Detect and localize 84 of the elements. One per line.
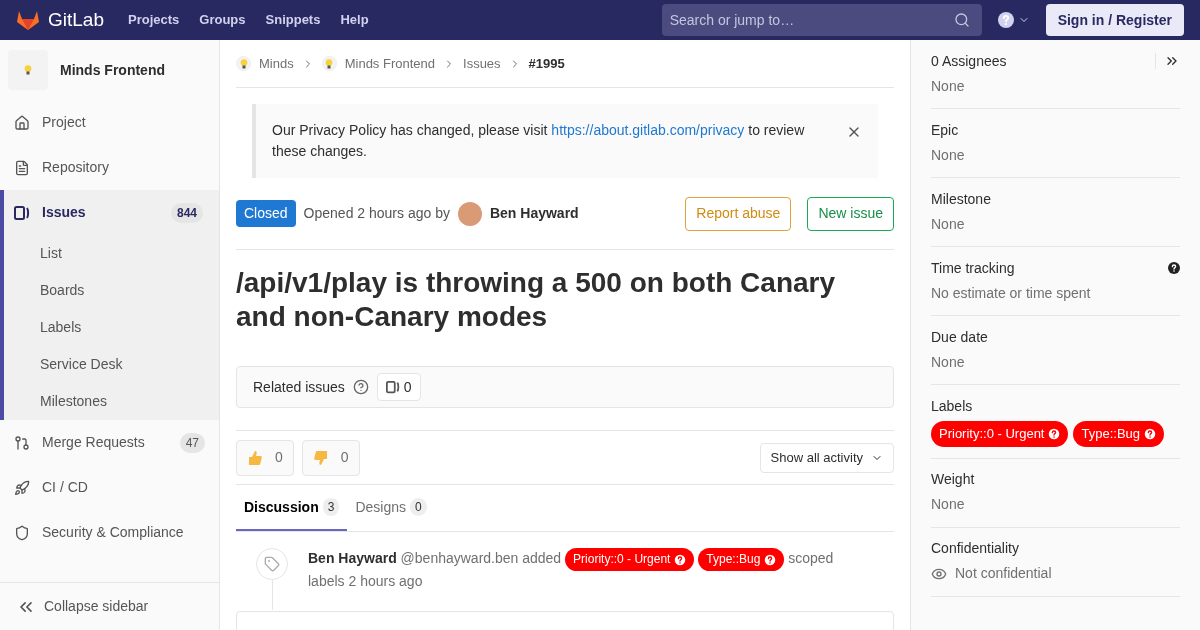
merge-request-icon bbox=[14, 434, 30, 451]
home-icon bbox=[14, 114, 30, 131]
brand-name[interactable]: GitLab bbox=[48, 5, 104, 35]
activity-filter-dropdown[interactable]: Show all activity bbox=[759, 442, 894, 473]
sidebar-section-value: No estimate or time spent bbox=[931, 283, 1091, 303]
count-badge: 3 bbox=[322, 498, 340, 516]
author-avatar bbox=[457, 201, 482, 226]
tab[interactable]: Designs 0 bbox=[347, 485, 435, 531]
sidebar-section-value: None bbox=[931, 214, 965, 234]
sidebar-item[interactable]: Project bbox=[0, 100, 219, 145]
help-icon bbox=[352, 379, 369, 395]
help-icon bbox=[764, 553, 777, 566]
sidebar-section-title: Time tracking bbox=[931, 258, 1016, 278]
count-badge: 844 bbox=[170, 202, 203, 223]
opened-text: Opened 2 hours ago by bbox=[303, 204, 450, 223]
breadcrumb-link[interactable]: #1995 bbox=[528, 53, 565, 74]
sidebar-section-value: None bbox=[931, 76, 965, 96]
activity-note: Ben Hayward @benhayward.ben added Priority::0 - Urgent Type::Bug scoped labels 2 hours ago bbox=[308, 548, 835, 591]
scoped-label[interactable]: Type::Bug bbox=[698, 548, 785, 571]
sidebar-item[interactable]: CI / CD bbox=[0, 465, 219, 510]
thumbs-up-icon bbox=[247, 449, 263, 466]
sidebar-subitem[interactable]: Service Desk bbox=[4, 346, 219, 383]
sidebar-section-title: Weight bbox=[931, 470, 976, 489]
issue-title: /api/v1/play is throwing a 500 on both Canary and non-Canary modes bbox=[236, 266, 837, 334]
issues-icon bbox=[14, 204, 30, 221]
status-badge: Closed bbox=[236, 200, 296, 227]
issues-icon bbox=[385, 380, 400, 394]
sidebar-subitem[interactable]: Milestones bbox=[4, 383, 219, 420]
sidebar-section-title: Milestone bbox=[931, 189, 992, 209]
sidebar-section-value: Not confidential bbox=[955, 564, 1052, 583]
help-icon bbox=[674, 553, 687, 566]
notice-text: Our Privacy Policy has changed, please visit https://about.gitlab.com/privacy to review these changes. bbox=[272, 121, 806, 161]
sign-in-button[interactable]: Sign in / Register bbox=[1045, 4, 1184, 36]
shield-icon bbox=[14, 524, 30, 541]
help-icon bbox=[997, 12, 1014, 28]
scoped-label[interactable]: Priority::0 - Urgent bbox=[565, 548, 695, 571]
count-badge: 0 bbox=[410, 498, 427, 516]
reaction-button[interactable]: 0 bbox=[236, 439, 294, 476]
scoped-label[interactable]: Type::Bug bbox=[1073, 421, 1165, 447]
new-issue-button[interactable]: New issue bbox=[807, 196, 894, 231]
project-avatar bbox=[236, 56, 251, 71]
rocket-icon bbox=[14, 479, 30, 496]
author-link[interactable]: Ben Hayward bbox=[489, 203, 579, 224]
sidebar-section-value: None bbox=[931, 352, 965, 372]
sidebar-item[interactable]: Merge Requests 47 bbox=[0, 420, 219, 465]
nav-link[interactable]: Groups bbox=[199, 10, 246, 30]
document-icon bbox=[14, 159, 30, 176]
project-avatar bbox=[321, 56, 337, 71]
privacy-link[interactable]: https://about.gitlab.com/privacy bbox=[551, 122, 745, 138]
related-count: 0 bbox=[376, 373, 421, 401]
sidebar-subitem[interactable]: Labels bbox=[4, 309, 219, 346]
help-icon bbox=[1144, 427, 1157, 440]
sidebar-section-title: Labels bbox=[931, 396, 974, 416]
help-dropdown[interactable] bbox=[997, 12, 1030, 28]
sidebar-section-value: None bbox=[931, 145, 965, 165]
sidebar-section-title: 0 Assignees bbox=[931, 51, 1008, 71]
sidebar-item[interactable]: Security & Compliance bbox=[0, 510, 219, 555]
sidebar-item[interactable]: Repository bbox=[0, 145, 219, 190]
nav-link[interactable]: Projects bbox=[128, 10, 180, 30]
breadcrumb-link[interactable]: Issues bbox=[463, 53, 501, 74]
sidebar-subitem[interactable]: List bbox=[4, 235, 219, 272]
tab[interactable]: Discussion 3 bbox=[236, 485, 348, 531]
sidebar-subitem[interactable]: Boards bbox=[4, 272, 219, 309]
sidebar-section-title: Confidentiality bbox=[931, 539, 1020, 558]
scoped-label[interactable]: Priority::0 - Urgent bbox=[931, 421, 1069, 447]
search-field[interactable]: Search or jump to… bbox=[661, 4, 982, 36]
sidebar-section-value: None bbox=[931, 495, 965, 514]
project-name[interactable]: Minds Frontend bbox=[60, 59, 165, 81]
lightbulb-icon bbox=[22, 64, 34, 76]
sidebar-section-title: Due date bbox=[931, 327, 989, 347]
count-badge: 47 bbox=[179, 432, 205, 453]
thumbs-down-icon bbox=[312, 449, 329, 466]
breadcrumb-link[interactable]: Minds Frontend bbox=[344, 53, 435, 74]
tag-icon bbox=[264, 556, 280, 572]
help-icon bbox=[1048, 427, 1061, 440]
sidebar-item[interactable]: Issues 844 bbox=[4, 190, 219, 235]
nav-link[interactable]: Snippets bbox=[265, 10, 321, 30]
search-icon bbox=[953, 12, 970, 28]
nav-link[interactable]: Help bbox=[340, 10, 369, 30]
sidebar-section-title: Epic bbox=[931, 120, 960, 140]
help-icon bbox=[1168, 262, 1180, 274]
reaction-button[interactable]: 0 bbox=[301, 439, 360, 476]
related-issues-label: Related issues bbox=[253, 377, 345, 397]
breadcrumb-link[interactable]: Minds bbox=[259, 53, 294, 74]
